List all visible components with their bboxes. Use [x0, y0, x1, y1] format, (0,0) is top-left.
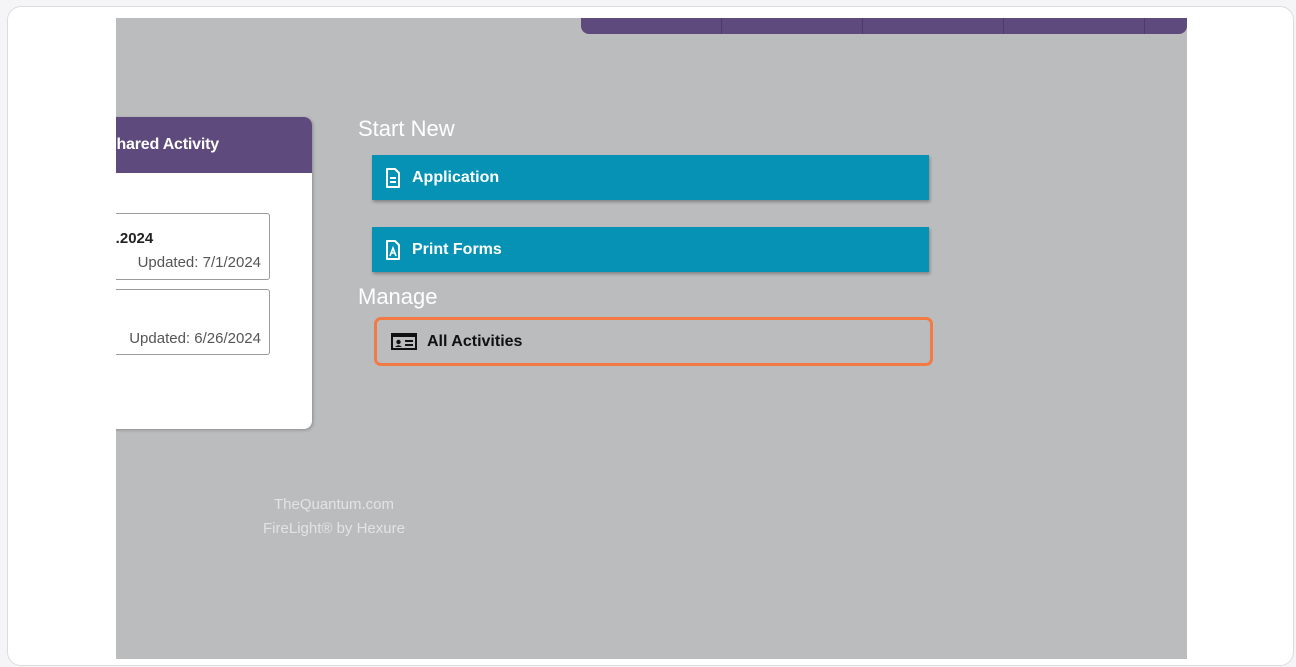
footer-site-link[interactable]: TheQuantum.com — [214, 496, 454, 513]
print-forms-button-label: Print Forms — [412, 240, 502, 258]
screenshot-frame: Shared Activity 06.2024 Updated: 7/1/202… — [7, 6, 1294, 666]
application-button-label: Application — [412, 168, 500, 186]
nav-tab[interactable] — [722, 18, 863, 34]
manage-heading: Manage — [358, 284, 438, 309]
nav-tab[interactable] — [1145, 18, 1187, 34]
nav-tab[interactable] — [1004, 18, 1145, 34]
nav-tab[interactable] — [863, 18, 1004, 34]
all-activities-button-label: All Activities — [427, 332, 523, 350]
footer-brand-text: FireLight® by Hexure — [263, 520, 405, 537]
shared-activity-item[interactable]: 06.2024 Updated: 7/1/2024 — [116, 213, 270, 280]
start-new-heading: Start New — [358, 116, 455, 141]
shared-activity-panel: Shared Activity 06.2024 Updated: 7/1/202… — [116, 117, 312, 429]
activity-item-updated: Updated: 6/26/2024 — [129, 330, 261, 347]
shared-activity-header: Shared Activity — [116, 117, 312, 173]
application-button[interactable]: Application — [372, 155, 929, 200]
shared-activity-item[interactable]: Updated: 6/26/2024 — [116, 289, 270, 355]
all-activities-button[interactable]: All Activities — [374, 317, 933, 366]
pdf-icon — [385, 239, 403, 260]
top-navigation-bar — [581, 18, 1187, 34]
document-icon — [385, 167, 403, 188]
app-viewport: Shared Activity 06.2024 Updated: 7/1/202… — [116, 18, 1187, 659]
activity-item-title: 06.2024 — [116, 230, 154, 247]
shared-activity-title: Shared Activity — [116, 136, 219, 153]
id-card-icon — [391, 333, 417, 350]
nav-tab[interactable] — [581, 18, 722, 34]
activity-item-updated: Updated: 7/1/2024 — [137, 254, 261, 271]
print-forms-button[interactable]: Print Forms — [372, 227, 929, 272]
